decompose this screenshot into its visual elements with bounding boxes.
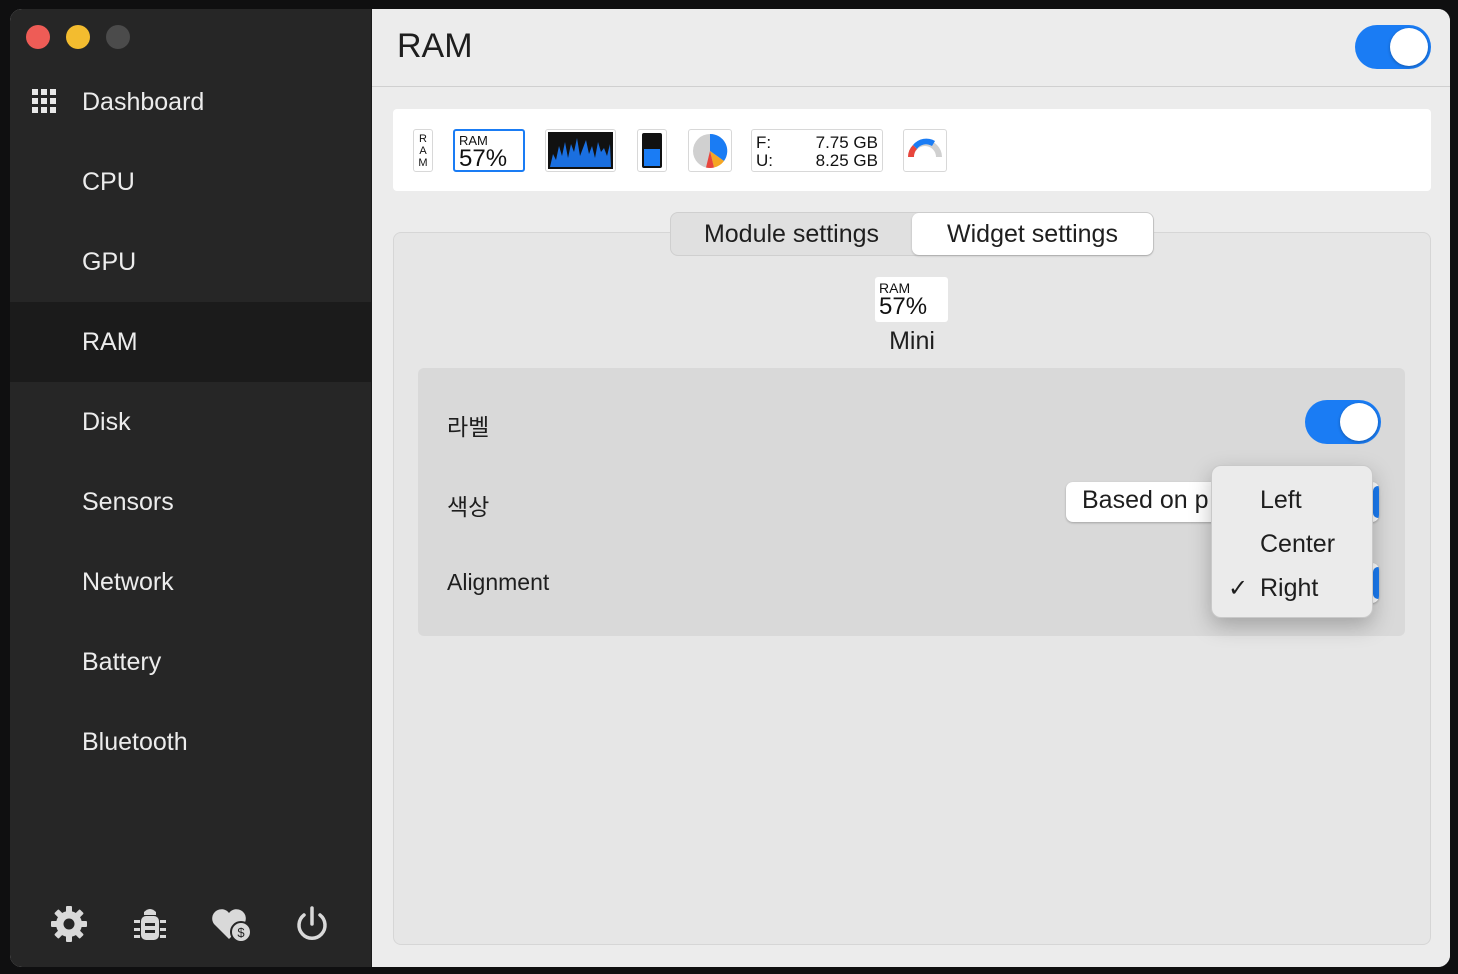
- zoom-window-button[interactable]: [106, 25, 130, 49]
- sidebar-footer: $: [10, 901, 371, 947]
- svg-text:$: $: [238, 925, 246, 940]
- widget-preview: RAM 57%: [875, 277, 948, 322]
- sidebar-item-label: Sensors: [82, 487, 174, 516]
- sidebar-item-sensors[interactable]: Sensors: [10, 462, 371, 542]
- sidebar-item-label: Bluetooth: [82, 727, 188, 756]
- line-chart-widget-option[interactable]: [545, 129, 616, 172]
- sidebar-item-disk[interactable]: Disk: [10, 382, 371, 462]
- checkmark-icon: ✓: [1228, 575, 1249, 602]
- sidebar-item-label: Battery: [82, 647, 162, 676]
- alignment-dropdown-menu: Left Center ✓ Right: [1211, 465, 1373, 618]
- color-setting-title: 색상: [447, 494, 490, 520]
- bug-icon[interactable]: [127, 901, 173, 947]
- used-label: U:: [756, 151, 773, 170]
- label-setting-title: 라벨: [447, 414, 490, 440]
- mini-widget-value: 57%: [459, 145, 508, 172]
- alignment-option-left[interactable]: Left: [1212, 478, 1372, 522]
- pie-chart-icon: [693, 133, 728, 168]
- sidebar-item-label: Network: [82, 567, 174, 596]
- label-widget-option[interactable]: R A M: [413, 129, 433, 172]
- page-title: RAM: [397, 27, 473, 65]
- pie-widget-option[interactable]: [688, 129, 732, 172]
- sidebar-item-battery[interactable]: Battery: [10, 622, 371, 702]
- preview-widget-name: Mini: [889, 327, 935, 355]
- sidebar-item-bluetooth[interactable]: Bluetooth: [10, 702, 371, 782]
- bar-widget-option[interactable]: [637, 129, 667, 172]
- sidebar-item-gpu[interactable]: GPU: [10, 222, 371, 302]
- minimize-window-button[interactable]: [66, 25, 90, 49]
- label-toggle[interactable]: [1305, 400, 1381, 444]
- speed-widget-option[interactable]: F: 7.75 GB U: 8.25 GB: [751, 129, 883, 172]
- sidebar-item-ram[interactable]: RAM: [10, 302, 371, 382]
- donate-heart-icon[interactable]: $: [208, 901, 254, 947]
- sidebar-item-network[interactable]: Network: [10, 542, 371, 622]
- option-label: Right: [1260, 573, 1319, 602]
- alignment-option-center[interactable]: Center: [1212, 522, 1372, 566]
- sidebar-item-cpu[interactable]: CPU: [10, 142, 371, 222]
- alignment-option-right[interactable]: ✓ Right: [1212, 566, 1372, 610]
- color-select-value: Based on p: [1082, 486, 1209, 514]
- module-enable-toggle[interactable]: [1355, 25, 1431, 69]
- header: RAM: [372, 9, 1450, 87]
- sidebar-nav: Dashboard CPU GPU RAM Disk Sensors Netwo…: [10, 62, 371, 782]
- line-chart-icon: [548, 132, 613, 169]
- gear-icon[interactable]: [46, 901, 92, 947]
- preview-value: 57%: [879, 293, 928, 320]
- sidebar-item-dashboard[interactable]: Dashboard: [10, 62, 371, 142]
- sidebar-item-label: CPU: [82, 167, 135, 196]
- tab-widget-settings[interactable]: Widget settings: [912, 213, 1153, 255]
- gauge-widget-option[interactable]: [903, 129, 947, 172]
- power-icon[interactable]: [289, 901, 335, 947]
- color-select-stepper: [1373, 486, 1379, 518]
- tab-module-settings[interactable]: Module settings: [671, 213, 912, 255]
- label-widget-text: R A M: [418, 133, 428, 169]
- settings-tabs: Module settings Widget settings: [670, 212, 1154, 256]
- sidebar: Dashboard CPU GPU RAM Disk Sensors Netwo…: [10, 9, 371, 967]
- app-window: Dashboard CPU GPU RAM Disk Sensors Netwo…: [10, 9, 1450, 967]
- alignment-select-stepper: [1373, 567, 1379, 599]
- option-label: Left: [1260, 485, 1302, 514]
- grid-icon: [32, 89, 56, 113]
- sidebar-item-label: GPU: [82, 247, 137, 276]
- gauge-icon: [908, 138, 942, 157]
- mini-widget-option[interactable]: RAM 57%: [453, 129, 525, 172]
- sidebar-item-label: RAM: [82, 327, 138, 356]
- alignment-setting-title: Alignment: [447, 569, 550, 595]
- bar-icon: [642, 133, 662, 168]
- sidebar-item-label: Disk: [82, 407, 131, 436]
- close-window-button[interactable]: [26, 25, 50, 49]
- option-label: Center: [1260, 529, 1336, 558]
- sidebar-item-label: Dashboard: [82, 87, 205, 116]
- free-value: 7.75 GB: [815, 133, 878, 152]
- widget-selector-bar: R A M RAM 57% F: 7.75 GB U: 8.25 GB: [393, 109, 1431, 191]
- free-label: F:: [756, 133, 772, 152]
- used-value: 8.25 GB: [815, 151, 878, 170]
